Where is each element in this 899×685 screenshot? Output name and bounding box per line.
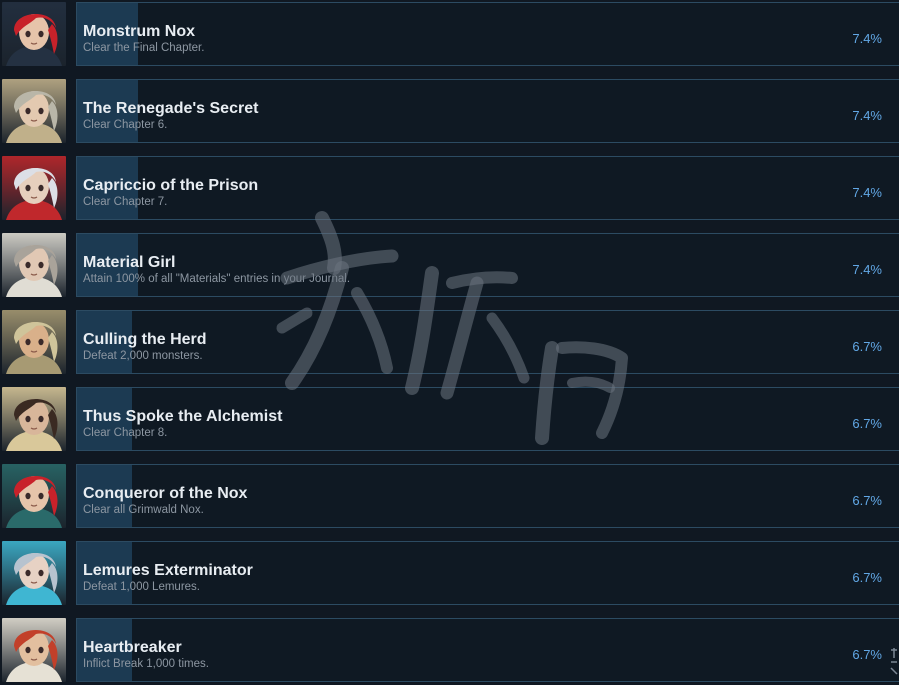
achievement-icon <box>2 387 66 451</box>
achievement-title: Capriccio of the Prison <box>83 177 259 194</box>
achievement-description: Attain 100% of all "Materials" entries i… <box>83 273 351 285</box>
achievement-icon <box>2 233 66 297</box>
achievement-row[interactable]: Conqueror of the Nox Clear all Grimwald N… <box>0 464 899 531</box>
corner-watermark <box>889 646 899 676</box>
unlock-percentage: 7.4% <box>852 262 882 277</box>
achievement-portrait <box>2 387 66 451</box>
achievement-icon <box>2 618 66 682</box>
achievement-title: The Renegade's Secret <box>83 100 259 117</box>
unlock-percentage: 6.7% <box>852 416 882 431</box>
achievement-row[interactable]: Lemures Exterminator Defeat 1,000 Lemures… <box>0 541 899 608</box>
achievement-row[interactable]: Thus Spoke the Alchemist Clear Chapter 8.… <box>0 387 899 454</box>
achievement-icon <box>2 2 66 66</box>
achievement-icon <box>2 79 66 143</box>
unlock-percentage: 6.7% <box>852 493 882 508</box>
achievement-title: Monstrum Nox <box>83 23 195 40</box>
achievement-portrait <box>2 541 66 605</box>
achievement-panel: The Renegade's Secret Clear Chapter 6. 7.4… <box>76 79 899 143</box>
achievement-row[interactable]: Monstrum Nox Clear the Final Chapter. 7.4% <box>0 2 899 69</box>
achievement-portrait <box>2 464 66 528</box>
achievement-description: Inflict Break 1,000 times. <box>83 658 209 670</box>
achievement-icon <box>2 464 66 528</box>
achievement-portrait <box>2 156 66 220</box>
achievement-panel: Conqueror of the Nox Clear all Grimwald N… <box>76 464 899 528</box>
achievement-panel: Culling the Herd Defeat 2,000 monsters. 6.… <box>76 310 899 374</box>
achievement-panel: Capriccio of the Prison Clear Chapter 7. 7… <box>76 156 899 220</box>
achievement-icon <box>2 541 66 605</box>
unlock-percentage: 7.4% <box>852 31 882 46</box>
achievement-description: Clear Chapter 6. <box>83 119 168 131</box>
achievement-title: Material Girl <box>83 254 176 271</box>
unlock-percentage: 7.4% <box>852 108 882 123</box>
achievement-panel: Monstrum Nox Clear the Final Chapter. 7.4% <box>76 2 899 66</box>
unlock-percentage: 7.4% <box>852 185 882 200</box>
unlock-percentage: 6.7% <box>852 339 882 354</box>
achievement-portrait <box>2 2 66 66</box>
achievement-title: Thus Spoke the Alchemist <box>83 408 283 425</box>
achievement-portrait <box>2 618 66 682</box>
achievement-panel: Lemures Exterminator Defeat 1,000 Lemures… <box>76 541 899 605</box>
unlock-percentage: 6.7% <box>852 647 882 662</box>
achievement-portrait <box>2 233 66 297</box>
achievement-icon <box>2 156 66 220</box>
achievement-panel: Material Girl Attain 100% of all "Materia… <box>76 233 899 297</box>
unlock-percentage: 6.7% <box>852 570 882 585</box>
achievement-row[interactable]: The Renegade's Secret Clear Chapter 6. 7.4… <box>0 79 899 146</box>
achievement-title: Culling the Herd <box>83 331 207 348</box>
achievement-description: Defeat 2,000 monsters. <box>83 350 203 362</box>
achievement-portrait <box>2 310 66 374</box>
achievement-panel: Thus Spoke the Alchemist Clear Chapter 8.… <box>76 387 899 451</box>
achievement-panel: Heartbreaker Inflict Break 1,000 times. 6.… <box>76 618 899 682</box>
achievement-row[interactable]: Material Girl Attain 100% of all "Materia… <box>0 233 899 300</box>
achievement-description: Clear all Grimwald Nox. <box>83 504 204 516</box>
achievement-portrait <box>2 79 66 143</box>
achievement-title: Conqueror of the Nox <box>83 485 248 502</box>
achievement-description: Defeat 1,000 Lemures. <box>83 581 200 593</box>
achievement-icon <box>2 310 66 374</box>
achievement-row[interactable]: Heartbreaker Inflict Break 1,000 times. 6.… <box>0 618 899 685</box>
achievement-description: Clear the Final Chapter. <box>83 42 205 54</box>
achievement-title: Lemures Exterminator <box>83 562 253 579</box>
achievement-description: Clear Chapter 8. <box>83 427 168 439</box>
achievement-description: Clear Chapter 7. <box>83 196 168 208</box>
achievement-row[interactable]: Culling the Herd Defeat 2,000 monsters. 6.… <box>0 310 899 377</box>
achievement-title: Heartbreaker <box>83 639 182 656</box>
achievement-row[interactable]: Capriccio of the Prison Clear Chapter 7. 7… <box>0 156 899 223</box>
